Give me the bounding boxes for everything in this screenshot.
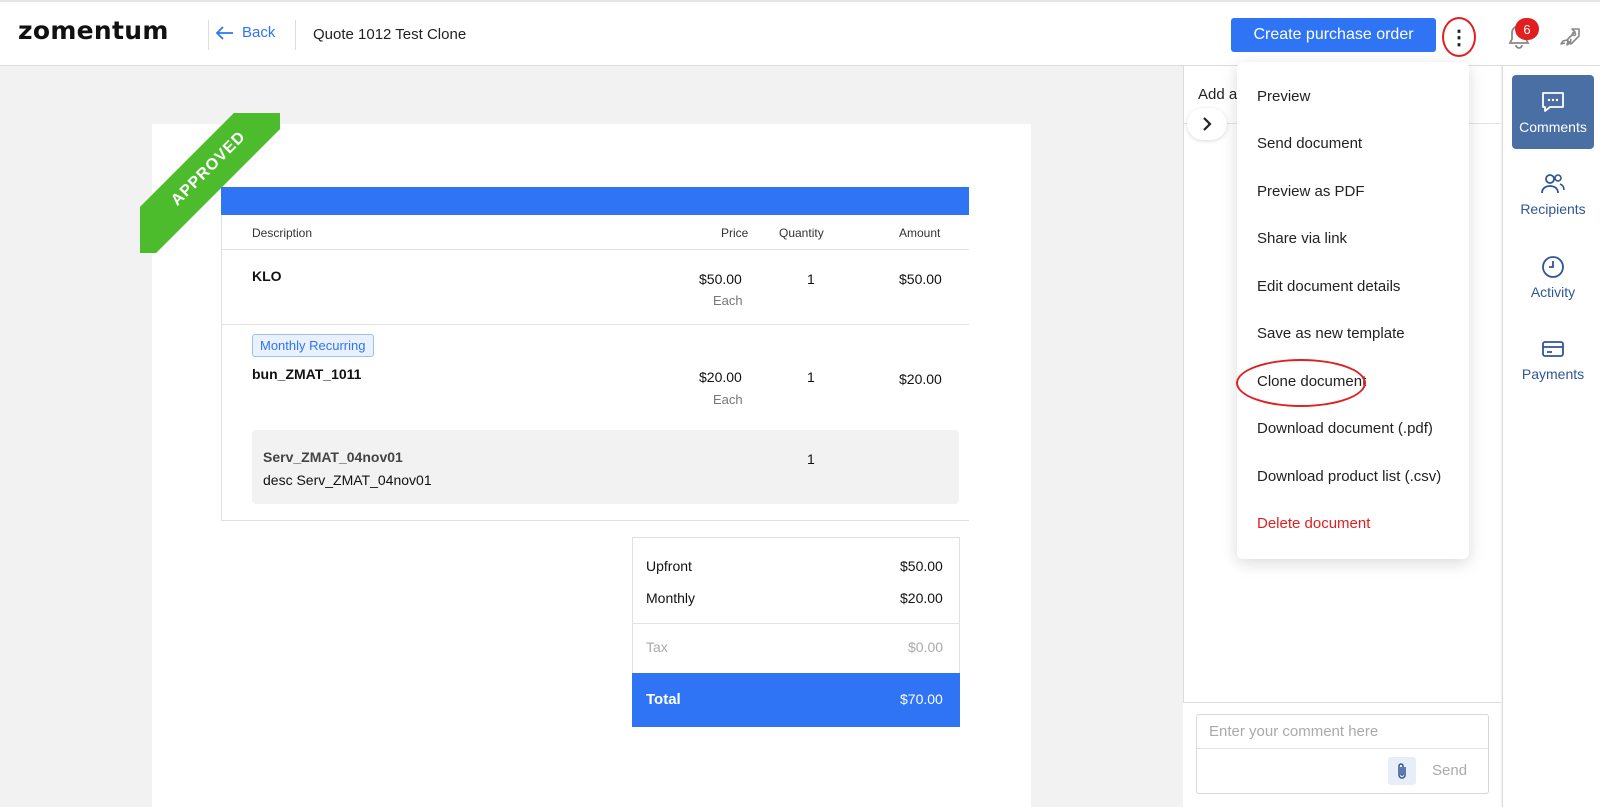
rail-comments-label: Comments (1519, 119, 1587, 135)
rail-activity-label: Activity (1530, 284, 1576, 300)
zomentum-logo[interactable]: zomentum (18, 16, 169, 45)
rail-activity[interactable]: Activity (1512, 240, 1594, 314)
menu-item-download-pdf[interactable]: Download document (.pdf) (1257, 420, 1433, 437)
recurring-tag: Monthly Recurring (252, 334, 374, 357)
column-header-price: Price (721, 226, 749, 240)
monthly-value: $20.00 (900, 590, 943, 606)
item-amount: $50.00 (899, 271, 942, 287)
panel-title: Add a (1198, 86, 1238, 103)
sub-item-quantity: 1 (807, 451, 815, 467)
menu-item-send-document[interactable]: Send document (1257, 135, 1362, 152)
rail-payments-label: Payments (1521, 366, 1585, 382)
collapse-panel-button[interactable] (1187, 108, 1227, 140)
row-divider (221, 249, 969, 250)
create-purchase-order-button[interactable]: Create purchase order (1231, 18, 1436, 52)
comment-icon (1542, 92, 1564, 112)
arrow-left-icon (216, 25, 233, 40)
rail-recipients[interactable]: Recipients (1512, 157, 1594, 231)
rail-comments[interactable]: Comments (1512, 75, 1594, 149)
menu-item-share-via-link[interactable]: Share via link (1257, 230, 1347, 247)
page-title: Quote 1012 Test Clone (313, 26, 467, 43)
comment-input[interactable] (1197, 715, 1488, 749)
menu-item-clone-document[interactable]: Clone document (1257, 373, 1366, 390)
item-unit: Each (713, 293, 743, 308)
menu-item-preview[interactable]: Preview (1257, 88, 1310, 105)
menu-item-delete-document[interactable]: Delete document (1257, 515, 1370, 532)
item-amount: $20.00 (899, 371, 942, 387)
item-unit: Each (713, 392, 743, 407)
column-header-description: Description (252, 226, 313, 240)
item-quantity: 1 (807, 271, 815, 287)
rocket-icon[interactable] (1558, 26, 1582, 50)
column-header-amount: Amount (899, 226, 941, 240)
users-icon (1541, 174, 1565, 194)
bundle-sub-item (252, 430, 959, 504)
rail-recipients-label: Recipients (1520, 201, 1586, 217)
upfront-value: $50.00 (900, 558, 943, 574)
divider (295, 20, 296, 50)
notification-badge: 6 (1515, 18, 1539, 40)
item-name: KLO (252, 268, 282, 284)
totals-divider (632, 623, 960, 624)
monthly-label: Monthly (646, 590, 696, 606)
item-quantity: 1 (807, 369, 815, 385)
menu-item-edit-document-details[interactable]: Edit document details (1257, 278, 1400, 295)
chevron-right-icon (1203, 117, 1212, 131)
top-bar: zomentum Back Quote 1012 Test Clone Crea… (0, 0, 1600, 66)
tax-value: $0.00 (908, 639, 944, 655)
divider (208, 20, 209, 50)
sub-item-name: Serv_ZMAT_04nov01 (263, 449, 403, 465)
tax-label: Tax (646, 639, 668, 655)
rail-payments[interactable]: Payments (1512, 322, 1594, 396)
more-options-button[interactable]: ⋮ (1442, 17, 1476, 57)
credit-card-icon (1542, 341, 1564, 357)
total-label: Total (646, 691, 681, 708)
item-price: $50.00 (699, 271, 742, 287)
attach-button[interactable] (1388, 757, 1416, 785)
upfront-label: Upfront (646, 558, 692, 574)
clock-icon (1542, 256, 1564, 278)
back-label: Back (242, 24, 276, 41)
menu-item-save-as-new-template[interactable]: Save as new template (1257, 325, 1405, 342)
column-header-quantity: Quantity (779, 226, 824, 240)
paperclip-icon (1398, 763, 1406, 779)
menu-item-preview-as-pdf[interactable]: Preview as PDF (1257, 183, 1365, 200)
item-price: $20.00 (699, 369, 742, 385)
table-header-band (221, 187, 969, 215)
back-link[interactable]: Back (216, 24, 275, 41)
menu-item-download-csv[interactable]: Download product list (.csv) (1257, 468, 1441, 485)
sub-item-description: desc Serv_ZMAT_04nov01 (263, 472, 432, 488)
row-divider (221, 324, 969, 325)
item-name: bun_ZMAT_1011 (252, 366, 362, 382)
send-button[interactable]: Send (1432, 762, 1467, 779)
total-value: $70.00 (900, 691, 943, 707)
